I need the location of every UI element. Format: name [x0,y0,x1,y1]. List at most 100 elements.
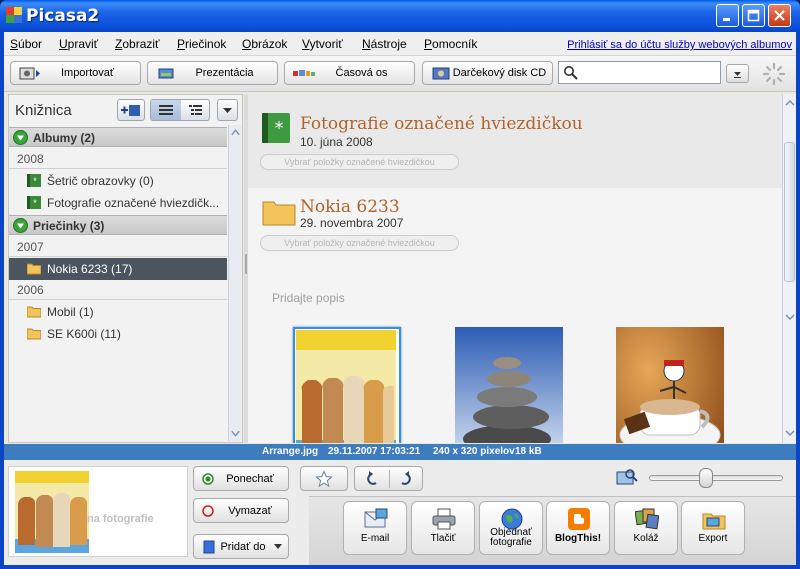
menu-file[interactable]: Súbor [10,37,42,51]
keep-button[interactable]: Ponechať [193,466,289,491]
menu-edit[interactable]: Upraviť [59,37,98,51]
album-date: 29. novembra 2007 [300,216,404,230]
timeline-button[interactable]: Časová os [284,61,415,85]
collage-button[interactable]: Koláž [614,501,678,555]
group-label: Albumy (2) [33,131,96,145]
star-button[interactable] [300,466,348,491]
remove-button[interactable]: Vymazať [193,498,289,523]
library-item-se-k600i[interactable]: SE K600i (11) [9,323,227,345]
gift-cd-button[interactable]: Darčekový disk CD [422,61,553,85]
status-dimensions: 240 x 320 pixelov [433,446,515,457]
menu-folder[interactable]: Priečinok [177,37,226,51]
scroll-down-icon[interactable] [783,426,796,440]
import-label: Importovať [60,67,115,79]
add-to-button[interactable]: Pridať do [193,534,289,559]
library-item-nokia-6233[interactable]: Nokia 6233 (17) [9,258,227,280]
email-button[interactable]: E-mail [343,501,407,555]
search-input[interactable] [558,61,721,84]
zoom-slider-thumb[interactable] [699,468,714,488]
toolbar: Importovať Prezentácia Časová os Darčeko… [4,56,796,92]
album-starred: * Fotografie označené hviezdičkou 10. jú… [248,94,782,188]
item-label: Nokia 6233 (17) [47,262,133,276]
photo-browser-scrollbar[interactable] [782,94,796,443]
zoom-photo-icon [616,469,638,485]
print-label: Tlačiť [430,533,456,544]
status-size: 18 kB [515,446,542,457]
scroll-thumb[interactable] [784,142,795,282]
remove-label: Vymazať [228,505,272,517]
thumbnail-stones[interactable] [455,327,563,443]
order-prints-button[interactable]: Objednať fotografie [479,501,543,555]
print-button[interactable]: Tlačiť [411,501,475,555]
library-tree: Albumy (2) 2008 * Šetrič obrazovky (0) *… [9,125,227,441]
starred-album-icon: * [27,174,41,187]
library-item-mobil[interactable]: Mobil (1) [9,301,227,323]
minimize-button[interactable] [716,4,739,27]
library-panel: Knižnica Albumy (2) 2008 * Šetrič obrazo… [8,94,243,443]
export-button[interactable]: Export [681,501,745,555]
chevron-down-icon [734,72,741,78]
collapse-arrow-icon [13,130,28,145]
new-album-icon [121,105,140,116]
scroll-down-icon[interactable] [783,310,796,324]
slideshow-label: Prezentácia [195,67,254,79]
add-caption-field[interactable]: Pridajte popis [272,291,345,305]
menu-picture[interactable]: Obrázok [242,37,287,51]
rotate-left-icon[interactable] [363,471,381,487]
blogger-icon [568,508,590,530]
select-starred-button[interactable]: Vybrať položky označené hviezdičkou [260,235,459,251]
timeline-icon [293,70,315,76]
photo-stones [455,327,563,443]
minimize-icon [723,18,730,21]
folder-icon [27,306,41,318]
tree-view-button[interactable] [181,100,210,120]
svg-text:*: * [33,198,37,208]
year-header: 2008 [9,149,227,169]
blogthis-button[interactable]: BlogThis! [546,501,610,555]
close-button[interactable] [768,4,791,27]
starred-album-icon: * [27,196,41,209]
menu-help[interactable]: Pomocník [424,37,477,51]
scroll-down-icon[interactable] [229,425,242,441]
library-options-button[interactable] [217,99,238,121]
scroll-up-icon[interactable] [229,125,242,141]
library-item-screensaver[interactable]: * Šetrič obrazovky (0) [9,170,227,192]
library-item-starred-photos[interactable]: * Fotografie označené hviezdičk... [9,192,227,214]
thumbnail-bottles[interactable] [293,327,401,443]
scroll-up-icon[interactable] [783,96,796,110]
view-mode-toggle[interactable] [150,99,210,121]
search-options-button[interactable] [726,64,749,83]
new-album-button[interactable] [117,99,145,121]
window-frame-bottom [0,565,800,569]
menu-tools[interactable]: Nástroje [362,37,407,51]
window-title: Picasa2 [26,6,100,26]
select-starred-button[interactable]: Vybrať položky označené hviezdičkou [260,154,459,170]
library-scrollbar[interactable] [228,125,242,441]
star-icon [315,470,333,488]
import-button[interactable]: Importovať [10,61,141,85]
thumbnail-coffee[interactable] [616,327,724,443]
slideshow-button[interactable]: Prezentácia [147,61,278,85]
tray-thumbnail-bottles [15,471,89,553]
group-folders[interactable]: Priečinky (3) [9,215,227,235]
photo-browser: * Fotografie označené hviezdičkou 10. jú… [248,94,782,443]
export-icon [702,513,726,530]
photo-coffee [616,327,724,443]
signin-link[interactable]: Prihlásiť sa do účtu služby webových alb… [567,39,792,51]
menu-create[interactable]: Vytvoriť [302,37,343,51]
photo-info-bar: Arrange.jpg 29.11.2007 17:03:21 240 x 32… [4,444,796,460]
picasa-app-icon [6,7,22,23]
tray-preview[interactable]: na fotografie [8,466,188,557]
collapse-arrow-icon [13,218,28,233]
loading-spinner-icon [762,62,786,86]
list-view-button[interactable] [151,100,181,120]
slideshow-icon [158,68,174,79]
menu-view[interactable]: Zobraziť [115,37,160,51]
rotate-right-icon[interactable] [397,471,415,487]
tray-hint-text: na fotografie [87,513,154,525]
zoom-slider[interactable] [649,475,783,481]
group-albums[interactable]: Albumy (2) [9,127,227,147]
maximize-button[interactable] [742,4,765,27]
maximize-icon [747,9,760,22]
photo-bottles [296,330,396,443]
